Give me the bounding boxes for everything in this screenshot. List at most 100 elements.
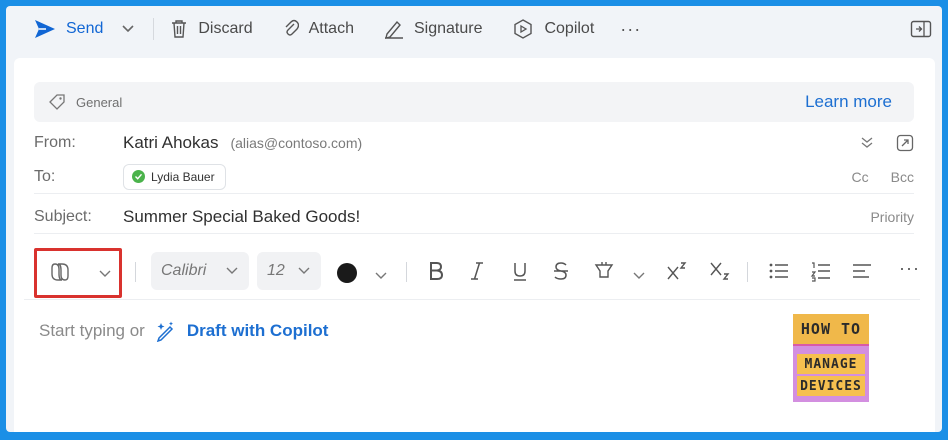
formatting-toolbar: Calibri 12 ··· bbox=[24, 244, 920, 300]
align-left-icon bbox=[853, 264, 871, 278]
copilot-format-dropdown[interactable] bbox=[98, 266, 112, 284]
color-swatch-icon bbox=[337, 263, 357, 283]
sensitivity-label: General bbox=[76, 94, 123, 110]
compose-window: Send Discard Attach Signature Copilot ··… bbox=[6, 6, 942, 432]
tag-icon bbox=[49, 94, 65, 110]
recipient-chip[interactable]: Lydia Bauer bbox=[123, 163, 226, 190]
copilot-icon bbox=[514, 19, 533, 39]
compose-card: General Learn more From: Katri Ahokas (a… bbox=[14, 58, 935, 432]
logo-line1: HOW TO bbox=[800, 320, 862, 338]
strikethrough-button[interactable] bbox=[552, 260, 570, 287]
attach-button[interactable]: Attach bbox=[283, 6, 354, 52]
attach-label: Attach bbox=[308, 20, 354, 37]
priority-button[interactable]: Priority bbox=[870, 209, 914, 225]
bcc-button[interactable]: Bcc bbox=[891, 169, 914, 185]
logo-bottom: MANAGE DEVICES bbox=[793, 344, 869, 402]
superscript-button[interactable] bbox=[665, 260, 687, 287]
bullets-button[interactable] bbox=[768, 260, 790, 287]
subject-input[interactable]: Summer Special Baked Goods! bbox=[123, 207, 360, 227]
bold-button[interactable] bbox=[427, 260, 445, 287]
underline-icon bbox=[514, 263, 526, 281]
message-body[interactable]: Start typing or Draft with Copilot bbox=[39, 320, 328, 342]
draft-label: Draft with Copilot bbox=[186, 321, 329, 340]
draft-with-copilot-link[interactable]: Draft with Copilot bbox=[155, 320, 329, 342]
copilot-icon bbox=[51, 263, 69, 281]
subject-row: Subject: Summer Special Baked Goods! Pri… bbox=[34, 200, 914, 234]
chevron-down-icon bbox=[226, 267, 238, 274]
popout-icon bbox=[910, 20, 932, 38]
from-label: From: bbox=[34, 134, 76, 151]
font-color-button[interactable] bbox=[336, 262, 358, 289]
font-color-dropdown[interactable] bbox=[374, 268, 388, 286]
subject-label: Subject: bbox=[34, 207, 92, 225]
send-label: Send bbox=[66, 20, 104, 37]
bullet-list-icon bbox=[769, 263, 788, 279]
to-row: To: Lydia Bauer Cc Bcc bbox=[34, 160, 914, 194]
font-family-select[interactable]: Calibri bbox=[151, 252, 249, 290]
discard-label: Discard bbox=[198, 20, 253, 37]
more-options-button[interactable]: ··· bbox=[620, 6, 641, 52]
highlight-button[interactable] bbox=[593, 260, 615, 287]
numbering-button[interactable] bbox=[810, 260, 832, 287]
chevron-down-icon bbox=[633, 272, 645, 279]
chevron-down-icon bbox=[122, 25, 134, 33]
subscript-button[interactable] bbox=[708, 260, 730, 287]
font-size-value: 12 bbox=[267, 262, 285, 279]
pen-icon bbox=[384, 20, 403, 39]
popout-button[interactable] bbox=[910, 19, 932, 44]
italic-icon bbox=[471, 262, 483, 280]
chevron-down-icon bbox=[99, 270, 111, 277]
signature-label: Signature bbox=[413, 20, 483, 37]
logo-line2: MANAGE bbox=[797, 354, 865, 374]
send-button[interactable]: Send bbox=[34, 6, 103, 52]
watermark-logo: HOW TO MANAGE DEVICES bbox=[793, 314, 869, 402]
copilot-format-button[interactable] bbox=[48, 260, 72, 289]
format-divider bbox=[135, 262, 136, 282]
open-in-new-icon[interactable] bbox=[896, 134, 914, 152]
format-divider bbox=[747, 262, 748, 282]
subscript-icon bbox=[710, 262, 730, 280]
send-options-button[interactable] bbox=[121, 6, 135, 52]
priority-tools: Priority bbox=[870, 200, 914, 233]
sensitivity-bar[interactable]: General Learn more bbox=[34, 82, 914, 122]
highlight-dropdown[interactable] bbox=[632, 268, 646, 286]
signature-button[interactable]: Signature bbox=[384, 6, 483, 52]
learn-more-link[interactable]: Learn more bbox=[805, 92, 892, 112]
cc-bcc-tools: Cc Bcc bbox=[852, 160, 914, 193]
chevron-down-icon bbox=[298, 267, 310, 274]
font-family-value: Calibri bbox=[161, 262, 207, 279]
italic-button[interactable] bbox=[468, 260, 486, 287]
format-divider bbox=[406, 262, 407, 282]
underline-button[interactable] bbox=[511, 260, 529, 287]
presence-available-icon bbox=[132, 170, 145, 183]
copilot-pen-icon bbox=[156, 321, 173, 342]
toolbar-divider bbox=[153, 18, 155, 40]
strikethrough-icon bbox=[554, 262, 568, 280]
trash-icon bbox=[172, 20, 187, 38]
numbered-list-icon bbox=[810, 262, 830, 282]
superscript-icon bbox=[667, 262, 687, 280]
from-tools bbox=[860, 126, 914, 160]
double-chevron-down-icon[interactable] bbox=[860, 136, 874, 150]
from-alias: (alias@contoso.com) bbox=[230, 135, 363, 151]
logo-line3: DEVICES bbox=[797, 376, 865, 396]
recipient-name: Lydia Bauer bbox=[151, 169, 215, 184]
paperclip-icon bbox=[285, 19, 299, 36]
from-name[interactable]: Katri Ahokas bbox=[123, 133, 218, 153]
format-more-button[interactable]: ··· bbox=[899, 258, 920, 279]
chevron-down-icon bbox=[375, 272, 387, 279]
bold-icon bbox=[430, 262, 444, 280]
logo-top: HOW TO bbox=[793, 314, 869, 344]
copilot-button[interactable]: Copilot bbox=[512, 6, 594, 52]
align-button[interactable] bbox=[851, 260, 873, 287]
compose-toolbar: Send Discard Attach Signature Copilot ··… bbox=[6, 6, 942, 52]
body-placeholder: Start typing or bbox=[39, 321, 145, 340]
from-row: From: Katri Ahokas (alias@contoso.com) bbox=[34, 126, 914, 160]
highlighter-icon bbox=[594, 262, 614, 278]
cc-button[interactable]: Cc bbox=[852, 169, 869, 185]
send-icon bbox=[35, 20, 55, 38]
font-size-select[interactable]: 12 bbox=[257, 252, 321, 290]
copilot-label: Copilot bbox=[544, 20, 595, 37]
to-label: To: bbox=[34, 167, 56, 185]
discard-button[interactable]: Discard bbox=[170, 6, 253, 52]
